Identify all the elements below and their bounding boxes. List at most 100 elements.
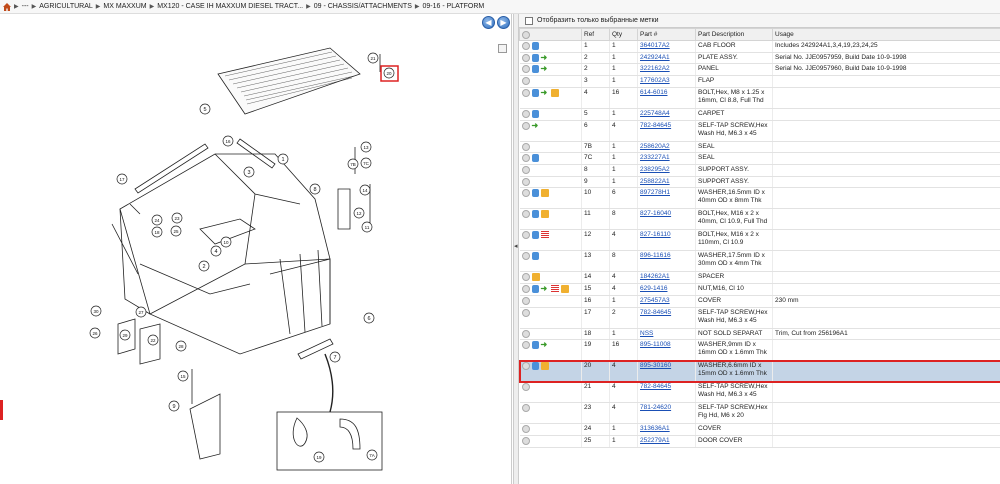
add-to-cart-icon[interactable] (521, 109, 530, 118)
table-row[interactable]: ➜ 19 16 895-11008 WASHER,9mm ID x 16mm OD x … (519, 339, 1000, 362)
part-number-link[interactable]: 782-84645 (640, 309, 671, 316)
table-row[interactable]: 20 4 895-30160 WASHER,6.6mm ID x 15mm OD x … (518, 359, 1000, 383)
table-row[interactable]: 7C 1 233227A1 SEAL (519, 152, 1000, 166)
add-to-cart-icon[interactable] (521, 177, 530, 186)
info-icon[interactable] (531, 88, 539, 97)
part-number-link[interactable]: 364017A2 (640, 42, 670, 49)
info-icon[interactable] (531, 231, 539, 240)
add-to-cart-icon[interactable] (521, 329, 530, 338)
callout-20[interactable]: 20 (383, 67, 395, 79)
breadcrumb-item[interactable]: 09-16 - PLATFORM (423, 3, 485, 10)
part-number-link[interactable]: 322162A2 (640, 65, 670, 72)
part-number-link[interactable]: 225748A4 (640, 110, 670, 117)
part-number-link[interactable]: 897278H1 (640, 189, 670, 196)
part-number-link[interactable]: 827-16110 (640, 231, 671, 238)
package-icon[interactable] (540, 210, 549, 219)
part-number-link[interactable]: 238295A2 (640, 166, 670, 173)
table-row[interactable]: 11 8 827-16040 BOLT,Hex, M16 x 2 x 40mm, Cl… (519, 208, 1000, 231)
add-to-cart-icon[interactable] (521, 154, 530, 163)
breadcrumb-item[interactable]: MX120 - CASE IH MAXXUM DIESEL TRACT... (157, 3, 303, 10)
table-row[interactable]: 17 2 782-84645 SELF-TAP SCREW,Hex Wash Hd, … (519, 307, 1000, 329)
part-number-link[interactable]: 252279A1 (640, 437, 670, 444)
callout-24[interactable]: 24 (151, 214, 163, 226)
package-icon[interactable] (560, 285, 569, 294)
table-row[interactable]: 18 1 NSS NOT SOLD SEPARAT Trim, Cut from 256… (519, 328, 1000, 341)
info-icon[interactable] (531, 285, 539, 294)
package-icon[interactable] (550, 88, 559, 97)
add-to-cart-icon[interactable] (521, 189, 530, 198)
add-to-cart-icon[interactable] (521, 285, 530, 294)
callout-6[interactable]: 6 (363, 312, 375, 324)
callout-7B[interactable]: 7B (347, 158, 359, 170)
table-row[interactable]: 1 1 364017A2 CAB FLOOR Includes 242924A1,3,4… (519, 40, 1000, 53)
part-number-link[interactable]: 629-1416 (640, 285, 667, 292)
add-to-cart-icon[interactable] (521, 142, 530, 151)
callout-16[interactable]: 16 (222, 135, 234, 147)
header-usage[interactable]: Usage (772, 28, 1000, 41)
callout-3[interactable]: 3 (243, 166, 255, 178)
note-icon[interactable] (550, 285, 559, 294)
part-number-link[interactable]: 242924A1 (640, 54, 670, 61)
package-icon[interactable] (531, 273, 540, 282)
part-number-link[interactable]: 177602A3 (640, 77, 670, 84)
part-number-link[interactable]: 614-6016 (640, 89, 667, 96)
info-icon[interactable] (531, 53, 539, 62)
part-number-link[interactable]: 895-11008 (640, 341, 671, 348)
add-to-cart-icon[interactable] (521, 166, 530, 175)
part-number-link[interactable]: 895-30160 (640, 362, 671, 369)
add-to-cart-icon[interactable] (521, 252, 530, 261)
callout-7A[interactable]: 7A (366, 449, 378, 461)
part-number-link[interactable]: 781-24620 (640, 404, 671, 411)
add-to-cart-icon[interactable] (521, 296, 530, 305)
part-number-link[interactable]: 782-84645 (640, 383, 671, 390)
callout-2[interactable]: 2 (198, 260, 210, 272)
part-number-link[interactable]: 184262A1 (640, 273, 670, 280)
table-row[interactable]: 8 1 238295A2 SUPPORT ASSY. (519, 164, 1000, 177)
header-icon-col[interactable] (519, 28, 582, 41)
part-number-link[interactable]: 233227A1 (640, 154, 670, 161)
breadcrumb-item[interactable]: MX MAXXUM (103, 3, 146, 10)
add-to-cart-icon[interactable] (521, 362, 530, 371)
part-number-link[interactable]: 782-84645 (640, 122, 671, 129)
table-row[interactable]: 16 1 275457A3 COVER 230 mm (519, 295, 1000, 308)
callout-23[interactable]: 23 (171, 212, 183, 224)
add-to-cart-icon[interactable] (521, 437, 530, 446)
table-row[interactable]: 25 1 252279A1 DOOR COVER (519, 435, 1000, 448)
info-icon[interactable] (531, 65, 539, 74)
callout-26[interactable]: 26 (89, 327, 101, 339)
info-icon[interactable] (531, 341, 539, 350)
info-icon[interactable] (531, 362, 539, 371)
part-number-link[interactable]: 258822A1 (640, 178, 670, 185)
part-number-link[interactable]: NSS (640, 330, 653, 337)
table-row[interactable]: ➜ 4 16 614-6016 BOLT,Hex, M8 x 1.25 x 16mm, … (519, 87, 1000, 109)
add-to-cart-icon[interactable] (521, 273, 530, 282)
add-to-cart-icon[interactable] (521, 383, 530, 392)
substitute-arrow-icon[interactable]: ➜ (541, 285, 549, 293)
header-description[interactable]: Part Description (695, 28, 773, 41)
add-to-cart-icon[interactable] (521, 53, 530, 62)
table-row[interactable]: 5 1 225748A4 CARPET (519, 108, 1000, 121)
breadcrumb-item[interactable]: AGRICULTURAL (39, 3, 93, 10)
table-row[interactable]: ➜ 2 1 242924A1 PLATE ASSY. Serial No. JJE0957… (519, 52, 1000, 65)
callout-8[interactable]: 8 (309, 183, 321, 195)
callout-29[interactable]: 29 (119, 329, 131, 341)
table-row[interactable]: 14 4 184262A1 SPACER (519, 271, 1000, 285)
callout-4[interactable]: 4 (210, 245, 222, 257)
table-row[interactable]: 21 4 782-84645 SELF-TAP SCREW,Hex Wash Hd, … (519, 381, 1000, 404)
table-row[interactable]: 24 1 313636A1 COVER (519, 423, 1000, 437)
table-row[interactable]: 10 6 897278H1 WASHER,16.5mm ID x 40mm OD x … (519, 187, 1000, 210)
callout-9[interactable]: 9 (168, 400, 180, 412)
callout-21[interactable]: 21 (367, 52, 379, 64)
header-qty[interactable]: Qty (609, 28, 638, 41)
info-icon[interactable] (531, 42, 539, 50)
callout-22[interactable]: 22 (147, 334, 159, 346)
breadcrumb-item[interactable]: --- (22, 3, 29, 10)
add-to-cart-icon[interactable] (521, 425, 530, 434)
add-to-cart-icon[interactable] (521, 231, 530, 240)
callout-18[interactable]: 18 (151, 226, 163, 238)
settings-icon[interactable] (522, 30, 530, 39)
info-icon[interactable] (531, 210, 539, 219)
info-icon[interactable] (531, 109, 539, 118)
info-icon[interactable] (531, 252, 539, 261)
table-row[interactable]: 7B 1 258620A2 SEAL (519, 141, 1000, 154)
